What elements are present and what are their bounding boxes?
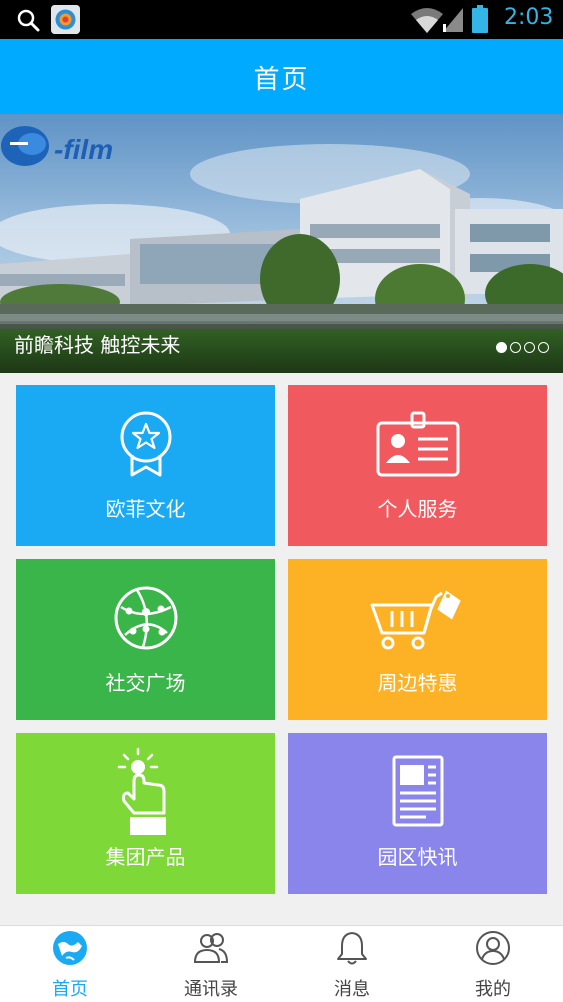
nav-home[interactable]: 首页: [0, 926, 140, 1002]
feature-grid: 欧菲文化 个人服务 社交广场 周边特惠 集团产品 园区快讯: [0, 373, 563, 925]
newspaper-icon: [392, 755, 443, 827]
bottom-navigation: 首页 通讯录 消息 我的: [0, 925, 563, 1002]
network-globe-icon: [114, 586, 177, 650]
bell-icon: [337, 932, 367, 965]
tile-social-square[interactable]: 社交广场: [16, 559, 275, 720]
wifi-icon: [411, 8, 443, 33]
carousel-dot[interactable]: [538, 342, 549, 353]
shopping-cart-sale-icon: [370, 590, 461, 650]
banner-caption: 前瞻科技 触控未来: [14, 333, 181, 357]
tile-label: 周边特惠: [377, 671, 458, 695]
tile-park-news[interactable]: 园区快讯: [288, 733, 547, 894]
page-title: 首页: [253, 65, 310, 95]
banner-logo-text: -film: [54, 134, 114, 165]
tile-nearby-deals[interactable]: 周边特惠: [288, 559, 547, 720]
tile-ofilm-culture[interactable]: 欧菲文化: [16, 385, 275, 546]
nav-mine[interactable]: 我的: [423, 926, 563, 1002]
status-clock: 2:03: [504, 5, 554, 30]
carousel-indicator: [496, 342, 549, 353]
home-globe-icon: [53, 931, 87, 965]
nav-label: 通讯录: [184, 979, 238, 1000]
tile-label: 个人服务: [377, 497, 458, 521]
title-bar: 首页: [0, 39, 563, 114]
user-profile-icon: [476, 931, 510, 965]
app-notification-icon: [51, 5, 80, 34]
contacts-icon: [193, 933, 229, 963]
carousel-dot[interactable]: [524, 342, 535, 353]
carousel-dot[interactable]: [510, 342, 521, 353]
nav-label: 首页: [52, 979, 88, 1000]
nav-label: 消息: [334, 979, 370, 1000]
banner-carousel[interactable]: -film 前瞻科技 触控未来: [0, 114, 563, 373]
nav-messages[interactable]: 消息: [282, 926, 422, 1002]
tile-personal-service[interactable]: 个人服务: [288, 385, 547, 546]
touch-finger-icon: [117, 747, 166, 835]
search-icon[interactable]: [16, 8, 40, 32]
id-card-icon: [376, 411, 459, 477]
status-bar: 2:03: [0, 0, 563, 39]
nav-label: 我的: [475, 979, 511, 1000]
tile-label: 集团产品: [105, 845, 186, 869]
battery-icon: [472, 5, 488, 33]
tile-label: 园区快讯: [377, 845, 458, 869]
tile-label: 欧菲文化: [105, 497, 186, 521]
tile-group-products[interactable]: 集团产品: [16, 733, 275, 894]
carousel-dot[interactable]: [496, 342, 507, 353]
signal-icon: [443, 8, 463, 32]
award-badge-icon: [120, 411, 171, 477]
tile-label: 社交广场: [105, 671, 186, 695]
nav-contacts[interactable]: 通讯录: [141, 926, 281, 1002]
